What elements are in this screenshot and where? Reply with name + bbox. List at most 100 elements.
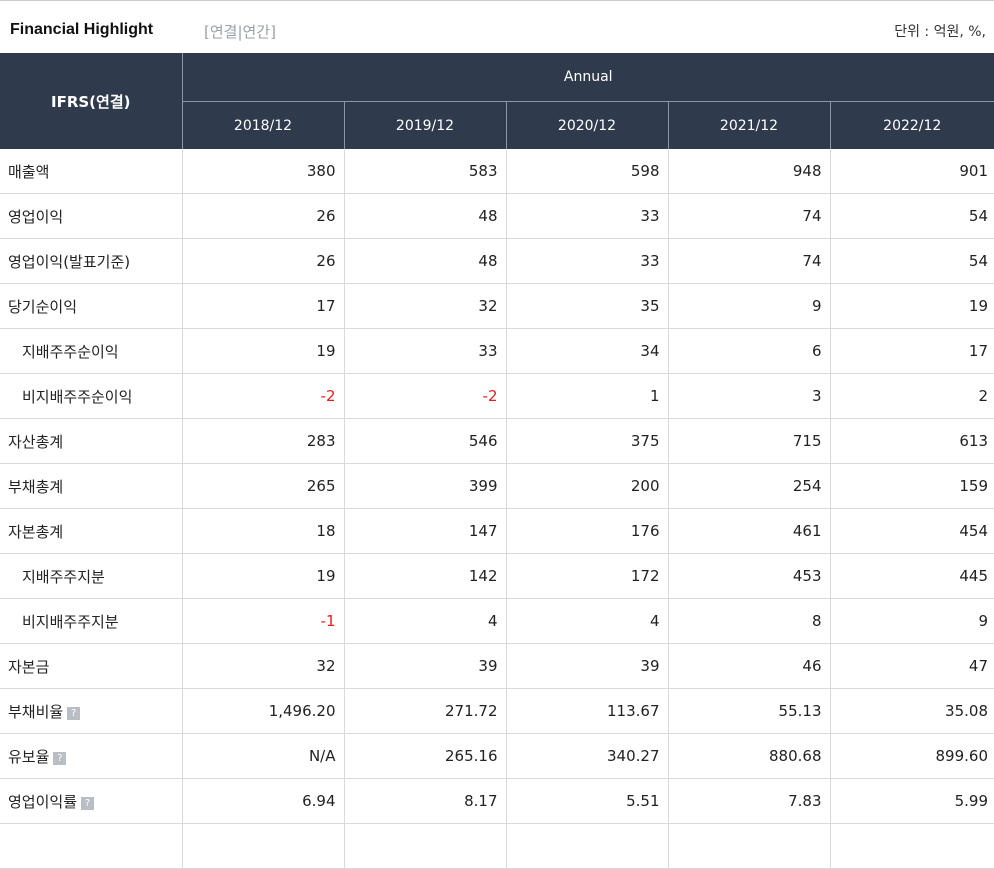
- cell-value: 880.68: [668, 733, 831, 779]
- cell-value: 33: [506, 238, 669, 284]
- cell-value: [506, 823, 669, 869]
- question-icon[interactable]: ?: [53, 751, 67, 765]
- cell-value: 33: [506, 193, 669, 239]
- cell-value: 176: [506, 508, 669, 554]
- cell-value: 901: [830, 149, 994, 194]
- row-label: 유보율: [8, 747, 50, 766]
- year-header: 2021/12: [668, 101, 831, 149]
- cell-value: 32: [182, 643, 345, 689]
- row-label: 자본금: [0, 643, 183, 689]
- year-header: 2022/12: [830, 101, 994, 149]
- row-label: 영업이익: [0, 193, 183, 239]
- row-label: 부채비율: [8, 702, 64, 721]
- cell-value: 583: [344, 149, 507, 194]
- question-icon[interactable]: ?: [67, 706, 81, 720]
- cell-value: 142: [344, 553, 507, 599]
- cell-value: 46: [668, 643, 831, 689]
- row-label: 비지배주주지분: [0, 598, 183, 644]
- row-label-cell: 유보율?: [0, 733, 183, 779]
- table-row: 영업이익(발표기준) 26 48 33 74 54: [0, 238, 994, 284]
- cell-value: -2: [182, 373, 345, 419]
- panel-title: Financial Highlight: [10, 21, 154, 38]
- year-header: 2019/12: [344, 101, 507, 149]
- row-label: 자본총계: [0, 508, 183, 554]
- year-header: 2018/12: [182, 101, 345, 149]
- cell-value: -1: [182, 598, 345, 644]
- cell-value: 265.16: [344, 733, 507, 779]
- row-label-cell: 영업이익률?: [0, 778, 183, 824]
- table-row: 자산총계 283 546 375 715 613: [0, 418, 994, 464]
- cell-value: 47: [830, 643, 994, 689]
- cell-value: 74: [668, 193, 831, 239]
- cell-value: 598: [506, 149, 669, 194]
- cell-value: 254: [668, 463, 831, 509]
- table-row: 영업이익률? 6.94 8.17 5.51 7.83 5.99: [0, 778, 994, 824]
- row-label: [0, 823, 183, 869]
- financial-table: IFRS(연결) Annual 2018/12 2019/12 2020/12 …: [0, 53, 994, 869]
- cell-value: 380: [182, 149, 345, 194]
- cell-value: 18: [182, 508, 345, 554]
- unit-label: 단위 : 억원, %,: [894, 24, 986, 40]
- cell-value: [668, 823, 831, 869]
- panel-subtitle[interactable]: [연결|연간]: [204, 21, 276, 42]
- table-row: 유보율? N/A 265.16 340.27 880.68 899.60: [0, 733, 994, 779]
- cell-value: 2: [830, 373, 994, 419]
- cell-value: 55.13: [668, 688, 831, 734]
- cell-value: 5.99: [830, 778, 994, 824]
- cell-value: 8.17: [344, 778, 507, 824]
- cell-value: 48: [344, 238, 507, 284]
- cell-value: 33: [344, 328, 507, 374]
- cell-value: 613: [830, 418, 994, 464]
- cell-value: 32: [344, 283, 507, 329]
- cell-value: 26: [182, 193, 345, 239]
- annual-header: Annual: [182, 53, 994, 102]
- table-row: [0, 823, 994, 869]
- cell-value: 147: [344, 508, 507, 554]
- cell-value: 19: [830, 283, 994, 329]
- cell-value: 159: [830, 463, 994, 509]
- cell-value: 39: [344, 643, 507, 689]
- cell-value: 1,496.20: [182, 688, 345, 734]
- cell-value: [830, 823, 994, 869]
- question-icon[interactable]: ?: [81, 796, 95, 810]
- table-row: 부채비율? 1,496.20 271.72 113.67 55.13 35.08: [0, 688, 994, 734]
- panel-header: Financial Highlight [연결|연간] 단위 : 억원, %,: [0, 0, 994, 53]
- cell-value: N/A: [182, 733, 345, 779]
- row-label: 영업이익률: [8, 792, 78, 811]
- ifrs-header: IFRS(연결): [0, 53, 183, 149]
- cell-value: 271.72: [344, 688, 507, 734]
- cell-value: 172: [506, 553, 669, 599]
- cell-value: 9: [668, 283, 831, 329]
- cell-value: 3: [668, 373, 831, 419]
- cell-value: 113.67: [506, 688, 669, 734]
- table-row: 부채총계 265 399 200 254 159: [0, 463, 994, 509]
- cell-value: 200: [506, 463, 669, 509]
- table-row: 영업이익 26 48 33 74 54: [0, 193, 994, 239]
- year-header: 2020/12: [506, 101, 669, 149]
- row-label: 매출액: [0, 149, 183, 194]
- cell-value: 1: [506, 373, 669, 419]
- cell-value: 948: [668, 149, 831, 194]
- row-label: 당기순이익: [0, 283, 183, 329]
- row-label: 부채총계: [0, 463, 183, 509]
- cell-value: 9: [830, 598, 994, 644]
- table-row: 자본총계 18 147 176 461 454: [0, 508, 994, 554]
- cell-value: 6.94: [182, 778, 345, 824]
- table-row: 매출액 380 583 598 948 901: [0, 149, 994, 194]
- cell-value: [344, 823, 507, 869]
- cell-value: 453: [668, 553, 831, 599]
- row-label: 자산총계: [0, 418, 183, 464]
- row-label: 비지배주주순이익: [0, 373, 183, 419]
- cell-value: 19: [182, 328, 345, 374]
- table-row: 비지배주주순이익 -2 -2 1 3 2: [0, 373, 994, 419]
- cell-value: 34: [506, 328, 669, 374]
- row-label: 지배주주지분: [0, 553, 183, 599]
- cell-value: 54: [830, 238, 994, 284]
- cell-value: 35: [506, 283, 669, 329]
- cell-value: 35.08: [830, 688, 994, 734]
- cell-value: 5.51: [506, 778, 669, 824]
- row-label-cell: 부채비율?: [0, 688, 183, 734]
- table-row: 지배주주순이익 19 33 34 6 17: [0, 328, 994, 374]
- financial-highlight-panel: Financial Highlight [연결|연간] 단위 : 억원, %, …: [0, 0, 994, 869]
- cell-value: 26: [182, 238, 345, 284]
